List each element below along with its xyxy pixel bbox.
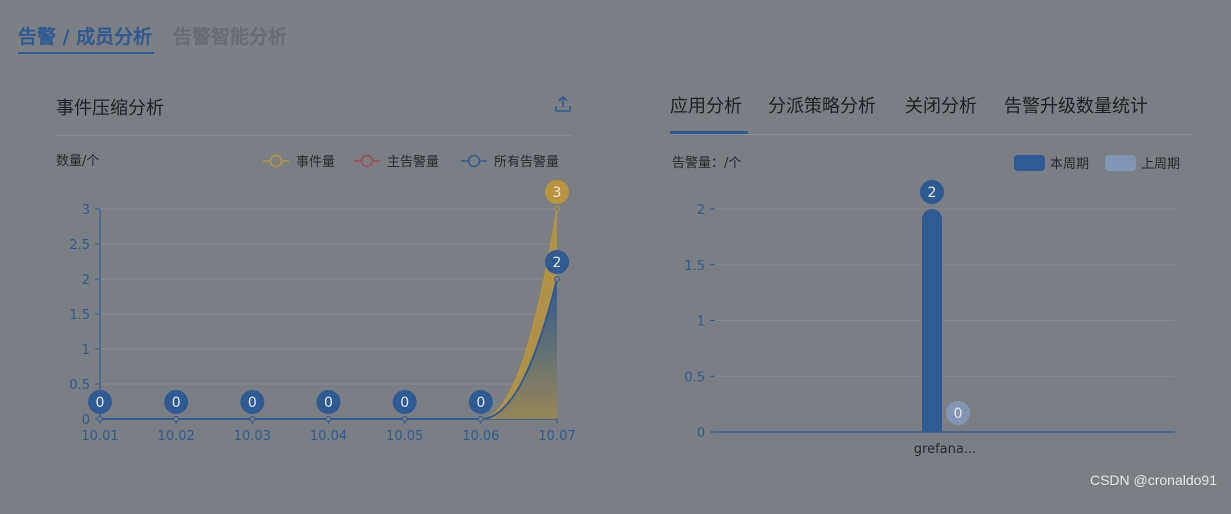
data-label: 0: [476, 395, 485, 411]
y-tick-label: 0: [697, 426, 705, 441]
data-point: [249, 416, 256, 422]
bar-this-week: [922, 209, 942, 432]
data-label: 2: [553, 255, 562, 271]
active-tab-underline: [18, 52, 154, 54]
data-label: 2: [928, 185, 937, 201]
tab-smart-analysis[interactable]: 告警智能分析: [173, 22, 287, 49]
legend-main-alerts-marker: [360, 154, 374, 168]
legend-last-week-swatch: [1105, 155, 1136, 171]
event-compression-card: 事件压缩分析 数量/个 事件量 主告警量 所有告警量 0 0.5 1 1.5 2 2.5 3 10.0…: [18, 74, 609, 514]
x-tick-label: 10.04: [310, 429, 347, 444]
watermark: CSDN @cronaldo91: [1089, 472, 1217, 488]
app-analysis-card: 应用分析 分派策略分析 关闭分析 告警升级数量统计 告警量：/个 本周期 上周期 0 0…: [634, 74, 1231, 514]
y-tick-label: 0.5: [69, 378, 90, 393]
data-label: 0: [400, 395, 409, 411]
y-tick-label: 2: [82, 273, 90, 288]
legend-all-alerts-marker: [467, 154, 481, 168]
y-tick-label: 2: [697, 203, 705, 218]
legend-events: 事件量: [296, 155, 335, 170]
data-label: 0: [172, 395, 181, 411]
y-tick-label: 1: [697, 315, 705, 330]
data-point: [554, 276, 560, 282]
data-label: 0: [248, 395, 257, 411]
top-nav: 告警 / 成员分析 告警智能分析: [18, 18, 418, 56]
y-tick-label: 2.5: [69, 238, 90, 253]
y-tick-label: 0.5: [684, 370, 705, 385]
data-point: [477, 416, 484, 422]
y-tick-label: 1: [82, 343, 90, 358]
data-point: [97, 416, 103, 422]
data-label: 0: [324, 395, 333, 411]
y-tick-label: 0: [82, 413, 90, 428]
legend-this-week: 本周期: [1050, 157, 1089, 172]
x-tick-label: 10.05: [386, 429, 423, 444]
x-tick-label: 10.01: [81, 429, 118, 444]
x-tick-label: 10.07: [538, 429, 575, 444]
legend-events-marker: [269, 154, 283, 168]
x-tick-label: 10.06: [462, 429, 499, 444]
data-label: 0: [96, 395, 105, 411]
y-tick-label: 3: [82, 203, 90, 218]
legend-last-week: 上周期: [1141, 157, 1180, 172]
legend-this-week-swatch: [1014, 155, 1045, 171]
data-label: 0: [954, 406, 963, 422]
y-unit-label: 告警量：/个: [672, 155, 741, 171]
y-tick-label: 1.5: [684, 259, 705, 274]
event-compression-chart: 数量/个 事件量 主告警量 所有告警量 0 0.5 1 1.5 2 2.5 3 10.01 10.02 1…: [56, 154, 576, 444]
y-tick-label: 1.5: [69, 308, 90, 323]
data-label: 3: [553, 185, 562, 201]
data-point: [401, 416, 408, 422]
legend-all-alerts: 所有告警量: [494, 154, 559, 170]
y-unit-label: 数量/个: [56, 154, 99, 169]
data-point: [325, 416, 332, 422]
app-analysis-chart: 告警量：/个 本周期 上周期 0 0.5 1 1.5 2 2 0 grefana...: [672, 155, 1180, 457]
data-point: [173, 416, 180, 422]
x-tick-label: 10.03: [234, 429, 271, 444]
tab-member-analysis[interactable]: 告警 / 成员分析: [18, 22, 152, 49]
x-tick-label: 10.02: [158, 429, 195, 444]
x-tick-label: grefana...: [914, 442, 976, 457]
data-point: [554, 206, 560, 212]
legend-main-alerts: 主告警量: [387, 154, 439, 170]
